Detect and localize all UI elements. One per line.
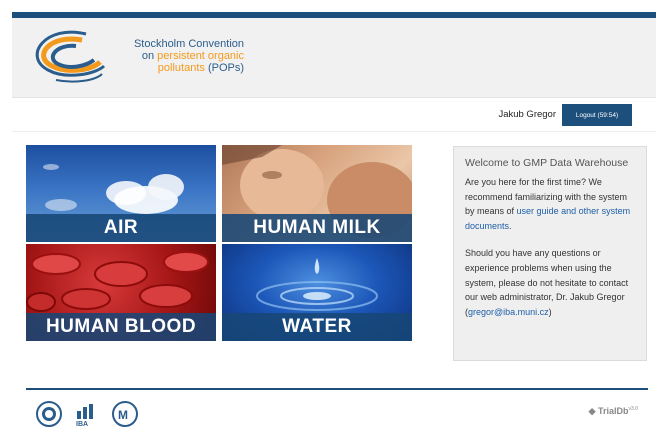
logout-button[interactable]: Logout (59:54) xyxy=(562,104,632,126)
tile-air-label: AIR xyxy=(26,214,216,242)
trialdb-logo: ◆ TrialDbv3.0 xyxy=(588,406,638,416)
logo-text: Stockholm Convention on persistent organ… xyxy=(104,38,244,74)
welcome-panel: Welcome to GMP Data Warehouse Are you he… xyxy=(453,146,647,361)
logo-line-2: on persistent organic xyxy=(141,50,244,62)
iba-logo-icon[interactable]: IBA xyxy=(74,401,100,427)
stockholm-convention-logo-icon[interactable] xyxy=(26,26,106,88)
tile-human-blood-label: HUMAN BLOOD xyxy=(26,313,216,341)
admin-email-link[interactable]: gregor@iba.muni.cz xyxy=(468,307,549,317)
site-header: Stockholm Convention on persistent organ… xyxy=(12,18,656,98)
logo-line-3: pollutants (POPs) xyxy=(157,62,244,74)
tile-human-milk-label: HUMAN MILK xyxy=(222,214,412,242)
dataset-tiles: AIR HUMAN MILK HUMAN BLOOD WATER xyxy=(26,145,412,341)
welcome-intro: Are you here for the first time? We reco… xyxy=(465,177,631,231)
stockholm-convention-footer-icon[interactable] xyxy=(36,401,62,427)
tile-water-label: WATER xyxy=(222,313,412,341)
logo-line-1: Stockholm Convention xyxy=(133,38,244,50)
tile-water[interactable]: WATER xyxy=(222,244,412,341)
tile-human-blood[interactable]: HUMAN BLOOD xyxy=(26,244,216,341)
tile-air[interactable]: AIR xyxy=(26,145,216,242)
user-bar: Jakub Gregor Logout (59:54) xyxy=(12,98,656,132)
svg-text:M: M xyxy=(118,408,128,422)
username: Jakub Gregor xyxy=(498,109,556,120)
svg-text:IBA: IBA xyxy=(76,421,88,427)
footer-divider xyxy=(26,388,648,390)
welcome-title: Welcome to GMP Data Warehouse xyxy=(465,157,629,169)
masaryk-university-logo-icon[interactable]: M xyxy=(112,401,138,427)
footer-logos: IBA M xyxy=(36,400,138,428)
welcome-contact: Should you have any questions or experie… xyxy=(465,248,629,317)
tile-human-milk[interactable]: HUMAN MILK xyxy=(222,145,412,242)
